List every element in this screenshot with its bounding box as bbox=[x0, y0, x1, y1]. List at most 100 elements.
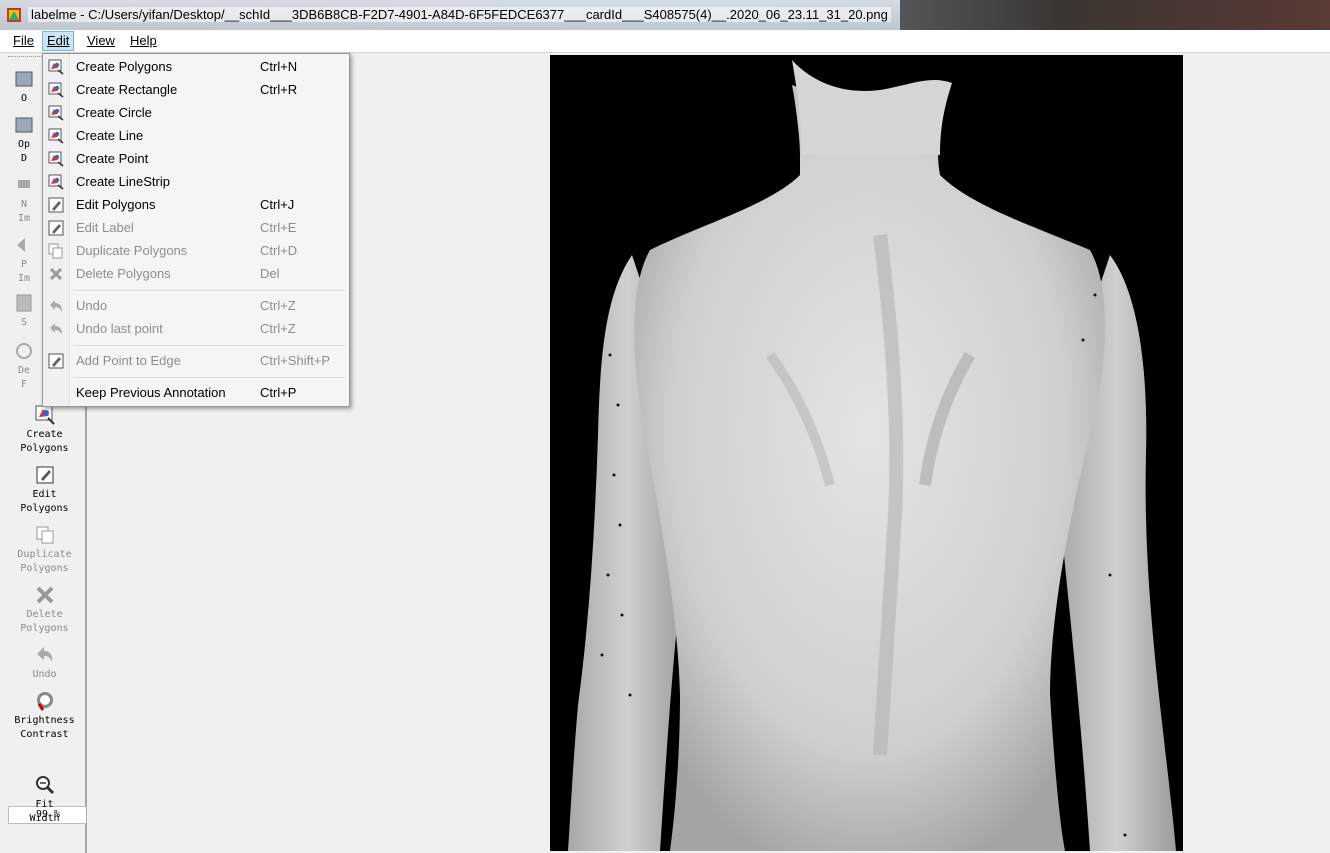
menu-item-undo[interactable]: Undo Ctrl+Z bbox=[43, 295, 349, 317]
create-polygon-icon bbox=[48, 82, 64, 98]
edit-icon bbox=[48, 353, 64, 369]
tool-delete-file-label-1: De bbox=[17, 365, 31, 376]
menu-file-label: File bbox=[13, 33, 34, 48]
menu-item-keep-previous-annotation[interactable]: Keep Previous Annotation Ctrl+P bbox=[43, 382, 349, 404]
undo-icon bbox=[36, 647, 52, 662]
menu-edit-label: Edit bbox=[47, 33, 70, 48]
title-bar: labelme - C:/Users/yifan/Desktop/__schId… bbox=[0, 0, 1330, 30]
toolbar-grip[interactable] bbox=[8, 56, 44, 57]
menu-item-shortcut: Ctrl+J bbox=[260, 197, 295, 212]
tool-create-polygons[interactable]: Create Polygons bbox=[4, 404, 85, 456]
menu-item-label: Create Rectangle bbox=[76, 82, 178, 97]
tool-save[interactable]: S bbox=[0, 292, 48, 330]
tool-fit-width-label: Fit Width bbox=[29, 799, 60, 824]
menu-item-label: Create Circle bbox=[76, 105, 152, 120]
menu-item-shortcut: Ctrl+E bbox=[260, 220, 297, 235]
tool-delete-file[interactable]: De F bbox=[0, 340, 48, 392]
menu-item-shortcut: Ctrl+Z bbox=[260, 321, 296, 336]
delete-icon bbox=[49, 267, 63, 281]
edit-icon bbox=[48, 220, 64, 236]
menu-item-label: Edit Polygons bbox=[76, 197, 156, 212]
menu-item-shortcut: Ctrl+Z bbox=[260, 298, 296, 313]
menu-file[interactable]: File bbox=[9, 32, 38, 50]
create-polygon-icon bbox=[48, 128, 64, 144]
menu-item-create-line[interactable]: Create Line bbox=[43, 125, 349, 147]
tool-open-dir-label-1: Op bbox=[17, 139, 31, 150]
menu-item-create-circle[interactable]: Create Circle bbox=[43, 102, 349, 124]
tool-delete-polygons[interactable]: Delete Polygons bbox=[4, 584, 85, 636]
menu-item-shortcut: Ctrl+D bbox=[260, 243, 298, 258]
tool-brightness-contrast[interactable]: Brightness Contrast bbox=[4, 690, 85, 742]
tool-open-dir-label-2: D bbox=[20, 153, 28, 164]
menu-view-label: View bbox=[87, 33, 115, 48]
menu-item-label: Create Polygons bbox=[76, 59, 173, 74]
tool-prev-image[interactable]: P Im bbox=[0, 234, 48, 286]
menu-help[interactable]: Help bbox=[126, 32, 161, 50]
menu-item-undo-last-point[interactable]: Undo last point Ctrl+Z bbox=[43, 318, 349, 340]
tool-duplicate-polygons[interactable]: Duplicate Polygons bbox=[4, 524, 85, 576]
tool-next-image[interactable]: N Im bbox=[0, 174, 48, 226]
tool-edit-polygons[interactable]: Edit Polygons bbox=[4, 464, 85, 516]
menu-item-label: Create Point bbox=[76, 151, 149, 166]
menu-item-label: Undo bbox=[76, 298, 108, 313]
tool-open[interactable]: O bbox=[0, 68, 48, 106]
menu-item-label: Keep Previous Annotation bbox=[76, 385, 226, 400]
edit-icon bbox=[36, 466, 53, 484]
menu-item-add-point-to-edge[interactable]: Add Point to Edge Ctrl+Shift+P bbox=[43, 350, 349, 372]
tool-next-label-2: Im bbox=[17, 213, 31, 224]
edit-menu-dropdown: Create Polygons Ctrl+N Create Rectangle Ctr… bbox=[42, 53, 350, 407]
delete-file-icon bbox=[16, 343, 32, 359]
menu-item-shortcut: Ctrl+R bbox=[260, 82, 298, 97]
tool-undo[interactable]: Undo bbox=[4, 644, 85, 682]
menu-item-create-rectangle[interactable]: Create Rectangle Ctrl+R bbox=[43, 79, 349, 101]
menu-item-label: Duplicate Polygons bbox=[76, 243, 188, 258]
tool-prev-label-2: Im bbox=[17, 273, 31, 284]
create-polygon-icon bbox=[48, 105, 64, 121]
annotation-image[interactable] bbox=[550, 55, 1183, 851]
tool-create-polygons-label: Create Polygons bbox=[20, 429, 69, 454]
copy-icon bbox=[36, 526, 53, 544]
undo-icon bbox=[50, 323, 62, 335]
menu-view[interactable]: View bbox=[83, 32, 119, 50]
tool-save-label: S bbox=[20, 317, 28, 328]
prev-icon bbox=[17, 238, 25, 252]
save-icon bbox=[16, 294, 32, 312]
tool-brightness-contrast-label: Brightness Contrast bbox=[14, 715, 75, 740]
tool-open-dir[interactable]: Op D bbox=[0, 114, 48, 166]
menu-item-create-point[interactable]: Create Point bbox=[43, 148, 349, 170]
menu-edit[interactable]: Edit bbox=[42, 31, 75, 51]
brightness-contrast-icon bbox=[36, 692, 53, 711]
labelme-app-icon bbox=[7, 8, 21, 22]
tool-delete-polygons-label: Delete Polygons bbox=[20, 609, 69, 634]
create-polygon-icon bbox=[48, 151, 64, 167]
edit-icon bbox=[48, 197, 64, 213]
menu-item-label: Create LineStrip bbox=[76, 174, 170, 189]
copy-icon bbox=[48, 243, 63, 259]
create-polygon-icon bbox=[35, 405, 55, 425]
menu-item-edit-polygons[interactable]: Edit Polygons Ctrl+J bbox=[43, 194, 349, 216]
menu-item-delete-polygons[interactable]: Delete Polygons Del bbox=[43, 263, 349, 285]
window-title: labelme - C:/Users/yifan/Desktop/__schId… bbox=[28, 7, 891, 22]
menu-item-duplicate-polygons[interactable]: Duplicate Polygons Ctrl+D bbox=[43, 240, 349, 262]
menu-separator bbox=[73, 290, 345, 292]
menu-item-label: Edit Label bbox=[76, 220, 134, 235]
open-dir-icon bbox=[15, 117, 33, 133]
menu-item-edit-label[interactable]: Edit Label Ctrl+E bbox=[43, 217, 349, 239]
fit-width-icon bbox=[35, 776, 54, 795]
menu-item-label: Delete Polygons bbox=[76, 266, 171, 281]
tool-duplicate-polygons-label: Duplicate Polygons bbox=[17, 549, 72, 574]
menu-item-create-linestrip[interactable]: Create LineStrip bbox=[43, 171, 349, 193]
tool-undo-label: Undo bbox=[32, 669, 57, 680]
open-icon bbox=[15, 71, 33, 87]
next-icon bbox=[18, 180, 30, 188]
menu-separator bbox=[73, 377, 345, 379]
menu-item-label: Create Line bbox=[76, 128, 144, 143]
tool-prev-label-1: P bbox=[20, 259, 28, 270]
menu-item-shortcut: Ctrl+N bbox=[260, 59, 298, 74]
menu-item-shortcut: Ctrl+P bbox=[260, 385, 297, 400]
menu-item-create-polygons[interactable]: Create Polygons Ctrl+N bbox=[43, 56, 349, 78]
menu-item-shortcut: Del bbox=[260, 266, 280, 281]
tool-fit-width[interactable]: Fit Width bbox=[4, 774, 85, 826]
tool-edit-polygons-label: Edit Polygons bbox=[20, 489, 69, 514]
create-polygon-icon bbox=[48, 174, 64, 190]
